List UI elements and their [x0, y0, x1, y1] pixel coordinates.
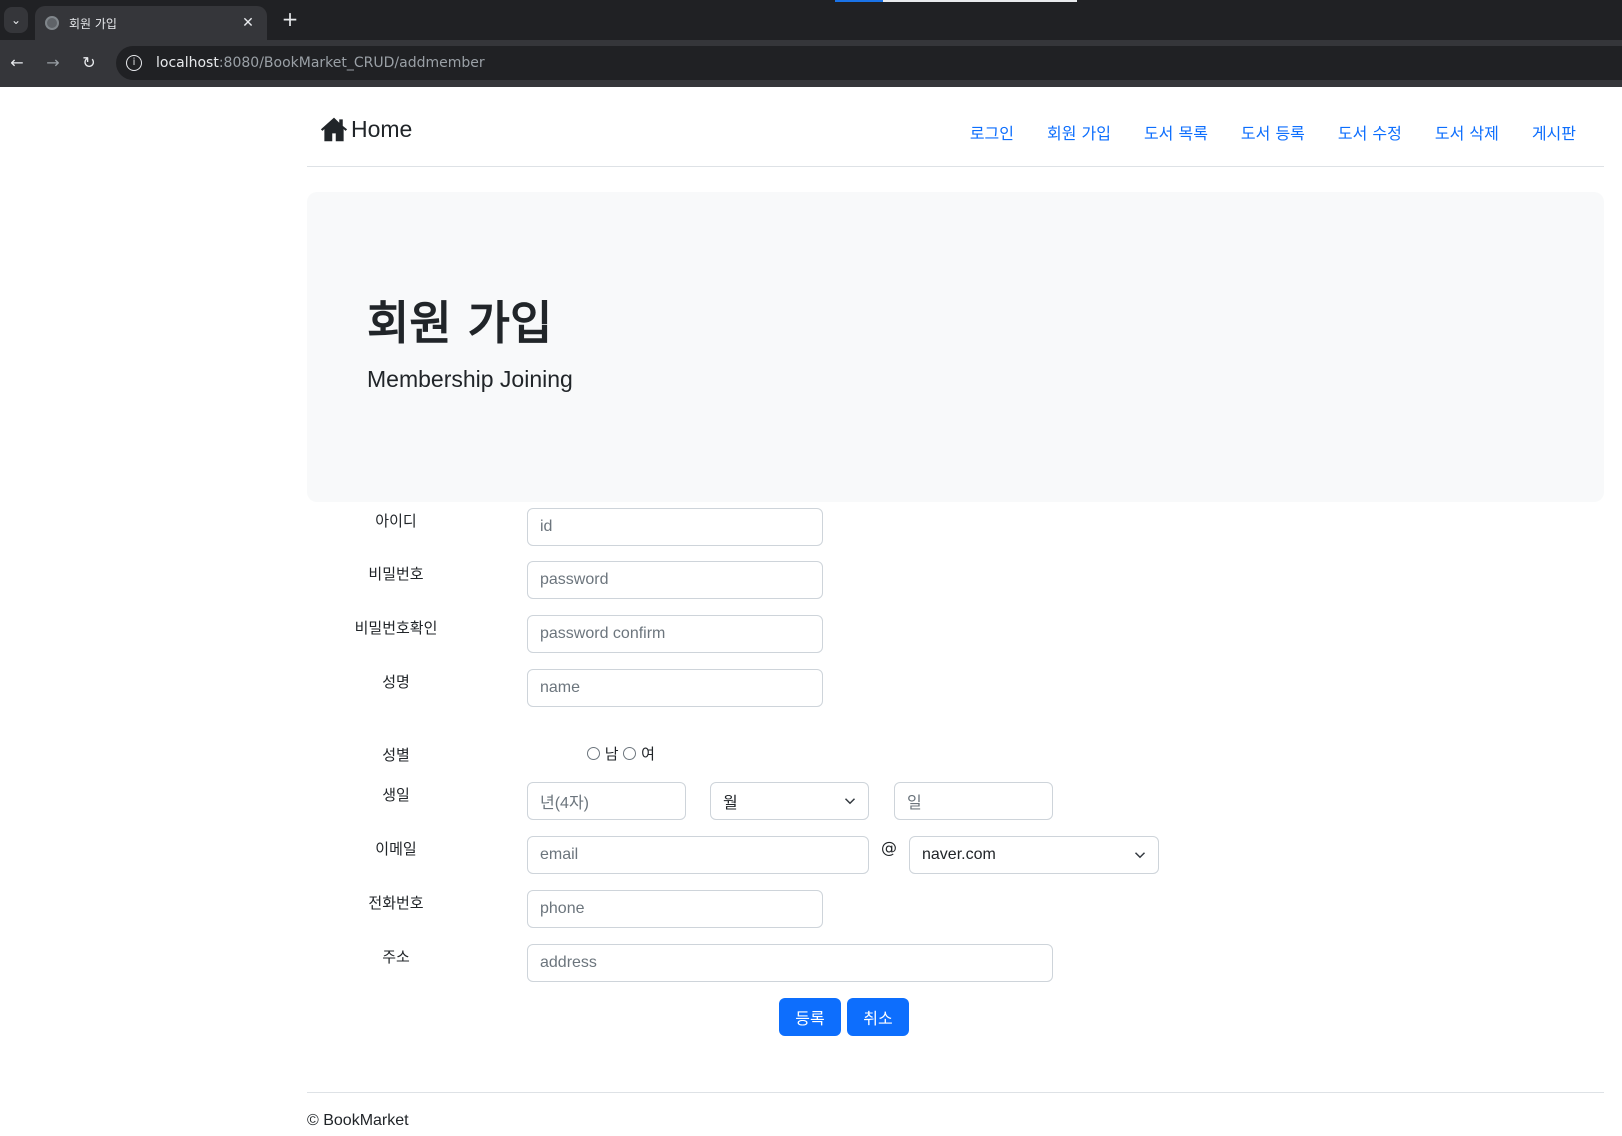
password-label: 비밀번호 — [368, 565, 424, 583]
new-tab-icon[interactable]: + — [278, 8, 302, 32]
chevron-down-icon — [1134, 852, 1146, 859]
forward-arrow-icon[interactable]: → — [42, 52, 64, 74]
tab-strip-accent — [835, 0, 883, 2]
url-host: localhost — [156, 55, 219, 71]
tab-search-icon[interactable]: ⌄ — [4, 7, 28, 33]
brand-label: Home — [351, 115, 413, 142]
nav-book-delete[interactable]: 도서 삭제 — [1435, 120, 1499, 144]
nav-book-add[interactable]: 도서 등록 — [1241, 120, 1305, 144]
browser-tab-bar: ⌄ 회원 가입 ✕ + — [0, 0, 1622, 40]
name-label: 성명 — [382, 673, 410, 691]
chevron-down-icon — [844, 798, 856, 805]
main-container: Home 로그인 회원 가입 도서 목록 도서 등록 도서 수정 도서 삭제 게… — [307, 87, 1604, 1129]
email-at-sign: @ — [881, 838, 897, 857]
page-title: 회원 가입 — [367, 296, 553, 350]
browser-tab[interactable]: 회원 가입 ✕ — [35, 6, 267, 40]
email-domain-select[interactable]: naver.com — [909, 836, 1159, 874]
tab-strip-accent-light — [883, 0, 1077, 2]
site-info-icon[interactable]: i — [126, 55, 142, 71]
globe-icon — [45, 16, 59, 30]
browser-toolbar: ← → ↻ i localhost :8080/BookMarket_CRUD/… — [0, 40, 1622, 87]
email-input[interactable]: email — [527, 836, 869, 874]
nav-board[interactable]: 게시판 — [1532, 120, 1576, 144]
nav-book-edit[interactable]: 도서 수정 — [1338, 120, 1402, 144]
footer-divider — [307, 1092, 1604, 1093]
id-input[interactable]: id — [527, 508, 823, 546]
close-icon[interactable]: ✕ — [239, 15, 257, 31]
url-path: :8080/BookMarket_CRUD/addmember — [218, 55, 485, 71]
footer-copyright: © BookMarket — [307, 1112, 409, 1129]
id-label: 아이디 — [375, 512, 417, 530]
address-input[interactable]: address — [527, 944, 1053, 982]
page-content: Home 로그인 회원 가입 도서 목록 도서 등록 도서 수정 도서 삭제 게… — [0, 87, 1622, 1136]
tab-title: 회원 가입 — [69, 16, 117, 31]
page-header: 회원 가입 Membership Joining — [307, 192, 1604, 502]
submit-button[interactable]: 등록 — [779, 998, 841, 1036]
password-input[interactable]: password — [527, 561, 823, 599]
home-link[interactable]: Home — [319, 115, 412, 143]
address-label: 주소 — [382, 948, 410, 966]
name-input[interactable]: name — [527, 669, 823, 707]
password-confirm-label: 비밀번호확인 — [354, 619, 438, 637]
nav-signup[interactable]: 회원 가입 — [1047, 120, 1111, 144]
gender-male-radio[interactable] — [587, 747, 600, 760]
reload-icon[interactable]: ↻ — [78, 52, 100, 74]
email-label: 이메일 — [375, 840, 417, 858]
cancel-button[interactable]: 취소 — [847, 998, 909, 1036]
nav-book-list[interactable]: 도서 목록 — [1144, 120, 1208, 144]
password-confirm-input[interactable]: password confirm — [527, 615, 823, 653]
gender-female-radio[interactable] — [623, 747, 637, 760]
phone-label: 전화번호 — [368, 894, 424, 912]
house-icon — [320, 117, 348, 142]
back-arrow-icon[interactable]: ← — [6, 52, 28, 74]
address-bar[interactable]: i localhost :8080/BookMarket_CRUD/addmem… — [116, 46, 1622, 80]
birth-month-select[interactable]: 월 — [710, 782, 869, 820]
gender-label: 성별 — [382, 746, 410, 764]
nav-links: 로그인 회원 가입 도서 목록 도서 등록 도서 수정 도서 삭제 게시판 — [937, 120, 1576, 144]
site-navbar: Home 로그인 회원 가입 도서 목록 도서 등록 도서 수정 도서 삭제 게… — [307, 87, 1604, 167]
gender-female-label: 여 — [641, 745, 655, 763]
phone-input[interactable]: phone — [527, 890, 823, 928]
email-domain-value: naver.com — [922, 846, 996, 863]
birth-label: 생일 — [382, 786, 410, 804]
gender-male-label: 남 — [604, 745, 619, 763]
nav-login[interactable]: 로그인 — [970, 120, 1014, 144]
gender-options: 남 여 — [587, 743, 655, 764]
birth-month-value: 월 — [723, 795, 738, 812]
page-subtitle: Membership Joining — [367, 366, 573, 392]
birth-year-input[interactable]: 년(4자) — [527, 782, 686, 820]
birth-day-input[interactable]: 일 — [894, 782, 1053, 820]
